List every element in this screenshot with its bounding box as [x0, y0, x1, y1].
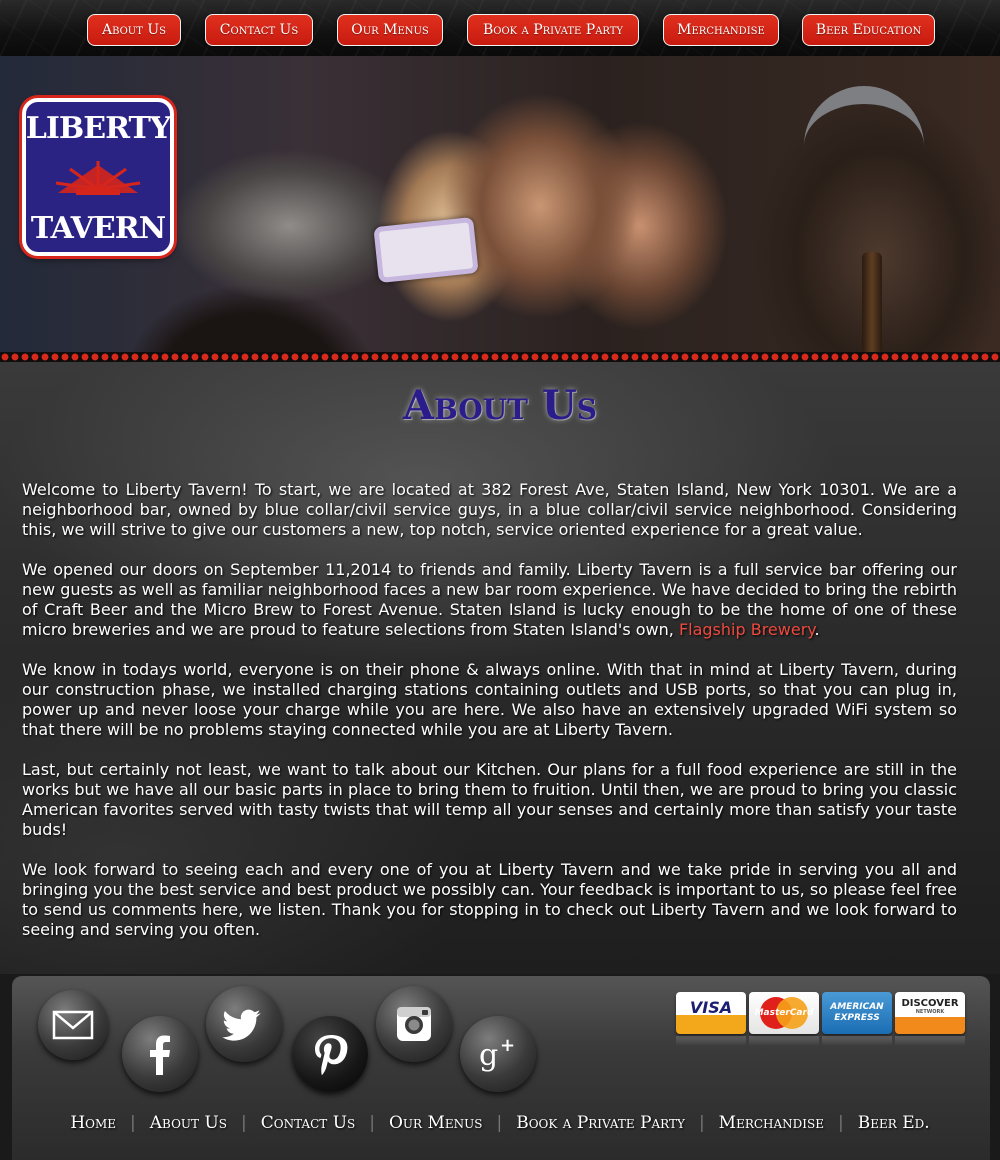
paragraph-2-end: . [814, 620, 820, 639]
top-navigation: About Us Contact Us Our Menus Book a Pri… [0, 0, 1000, 56]
footer: g + VISA MasterCard AMERICAN EXPRESS DISC… [0, 974, 1000, 1160]
discover-card-icon: DISCOVER NETWORK [895, 992, 965, 1046]
footer-navigation: Home | About Us | Contact Us | Our Menus… [0, 1110, 1000, 1136]
paragraph-1: Welcome to Liberty Tavern! To start, we … [22, 480, 957, 539]
beer-tap-shape [804, 86, 924, 146]
card-reflection [749, 1036, 819, 1046]
paragraph-2: We opened our doors on September 11,2014… [22, 560, 957, 640]
nav-beer-education-button[interactable]: Beer Education [802, 14, 935, 46]
amex-card-icon: AMERICAN EXPRESS [822, 992, 892, 1046]
card-reflection [822, 1036, 892, 1046]
main-content: About Us Welcome to Liberty Tavern! To s… [0, 362, 1000, 974]
footer-separator: | [698, 1113, 705, 1133]
page-title: About Us [403, 382, 597, 429]
footer-beer-ed-link[interactable]: Beer Ed. [858, 1113, 930, 1133]
liberty-tavern-logo[interactable]: LIBERTY TAVERN [22, 98, 174, 256]
visa-card-icon: VISA [676, 992, 746, 1046]
amex-text-2: EXPRESS [834, 1013, 880, 1023]
footer-about-us-link[interactable]: About Us [150, 1113, 227, 1133]
paragraph-4: Last, but certainly not least, we want t… [22, 760, 957, 839]
visa-text: VISA [689, 997, 733, 1017]
paragraph-5: We look forward to seeing each and every… [22, 860, 957, 939]
logo-line-liberty: LIBERTY [25, 111, 171, 146]
footer-our-menus-link[interactable]: Our Menus [389, 1113, 483, 1133]
nav-about-us-button[interactable]: About Us [87, 14, 181, 46]
mastercard-icon: MasterCard [749, 992, 819, 1046]
discover-text: DISCOVER [901, 998, 959, 1009]
mastercard-text: MasterCard [754, 1008, 814, 1018]
footer-separator: | [130, 1113, 136, 1133]
footer-book-private-party-link[interactable]: Book a Private Party [516, 1113, 685, 1133]
footer-merchandise-link[interactable]: Merchandise [719, 1113, 824, 1133]
flagship-brewery-link[interactable]: Flagship Brewery [679, 620, 815, 639]
card-reflection [676, 1036, 746, 1046]
footer-home-link[interactable]: Home [70, 1113, 116, 1133]
footer-contact-us-link[interactable]: Contact Us [261, 1113, 356, 1133]
footer-separator: | [241, 1113, 247, 1133]
footer-separator: | [838, 1113, 844, 1133]
nav-contact-us-button[interactable]: Contact Us [205, 14, 313, 46]
beer-bottle-shape [862, 252, 882, 352]
footer-separator: | [369, 1113, 375, 1133]
nav-our-menus-button[interactable]: Our Menus [337, 14, 443, 46]
phone-shape [373, 216, 479, 284]
discover-subtext: NETWORK [915, 1009, 945, 1015]
paragraph-3: We know in todays world, everyone is on … [22, 660, 957, 739]
nav-book-private-party-button[interactable]: Book a Private Party [467, 14, 639, 46]
credit-cards: VISA MasterCard AMERICAN EXPRESS DISCOVE… [12, 992, 990, 1052]
amex-text-1: AMERICAN [830, 1002, 884, 1012]
card-reflection [895, 1036, 965, 1046]
about-text: Welcome to Liberty Tavern! To start, we … [22, 480, 957, 960]
crown-icon [48, 159, 148, 199]
nav-merchandise-button[interactable]: Merchandise [663, 14, 779, 46]
logo-line-tavern: TAVERN [30, 211, 166, 246]
footer-separator: | [496, 1113, 503, 1133]
dotted-divider [0, 352, 1000, 362]
